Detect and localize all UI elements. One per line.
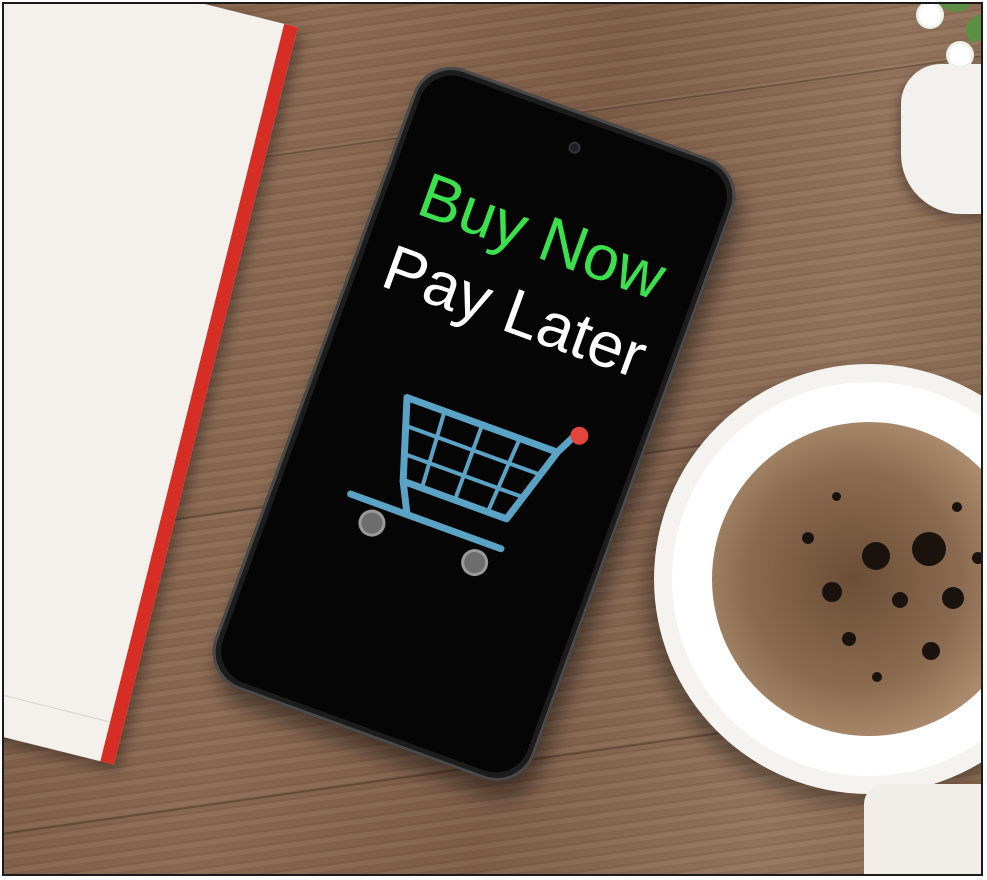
flower — [949, 44, 971, 66]
foam-bubble — [832, 492, 841, 501]
foam-bubble — [862, 542, 890, 570]
foam-bubble — [972, 552, 981, 564]
flower — [919, 4, 941, 26]
front-camera — [566, 140, 583, 156]
foam-bubble — [822, 582, 842, 602]
foam-bubble — [842, 632, 856, 646]
cup-rim — [672, 382, 981, 776]
foam-bubble — [892, 592, 908, 608]
cart-wheel — [358, 509, 386, 537]
foam-bubble — [802, 532, 814, 544]
leaf — [961, 8, 981, 44]
foam-bubble — [922, 642, 940, 660]
potted-plant — [891, 4, 981, 224]
foam-bubble — [872, 672, 882, 682]
cart-wheel — [461, 549, 489, 577]
notebook-page-edge — [4, 641, 111, 723]
photo-frame: Buy Now Pay Later — [2, 2, 983, 876]
foam-bubble — [912, 532, 946, 566]
plant-pot — [901, 64, 981, 214]
foam-bubble — [942, 587, 964, 609]
foam-bubble — [952, 502, 962, 512]
cup-saucer — [864, 784, 981, 874]
coffee-foam — [712, 422, 981, 736]
shopping-cart-icon — [347, 393, 589, 577]
